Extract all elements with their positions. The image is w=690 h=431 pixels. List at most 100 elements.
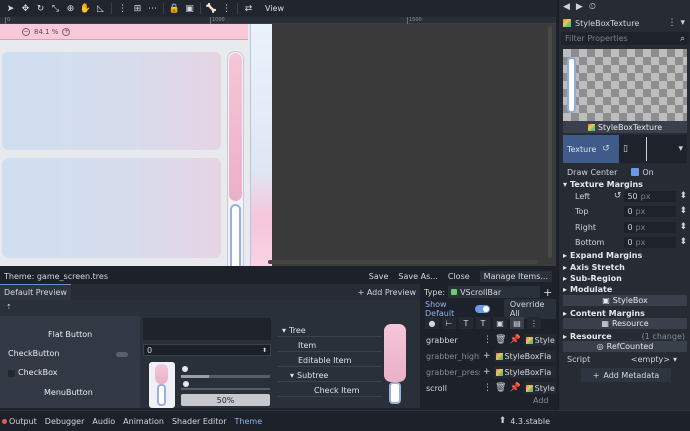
section-modulate[interactable]: ▸ Modulate <box>563 283 687 295</box>
check-box[interactable]: CheckBox <box>18 368 57 377</box>
script-value[interactable]: <empty> ▾ <box>631 355 677 364</box>
add-preview-button[interactable]: + Add Preview <box>358 288 416 297</box>
trash-icon[interactable]: 🗑 <box>495 383 506 393</box>
trash-icon[interactable]: 🗑 <box>495 335 506 345</box>
snap-options-icon[interactable]: ⋮ <box>116 2 129 15</box>
pan-mode-icon[interactable]: ✋ <box>79 2 92 15</box>
chevron-down-icon[interactable]: ▾ <box>680 18 685 28</box>
zoom-in-icon[interactable]: + <box>62 27 71 36</box>
move-mode-icon[interactable]: ✥ <box>19 2 32 15</box>
texture-value[interactable]: ▯ ▾ <box>619 135 687 163</box>
stylebox-tab-icon[interactable]: ▤ <box>510 317 524 329</box>
add-item-button[interactable]: Add <box>533 396 549 405</box>
ruler-mode-icon[interactable]: ◺ <box>94 2 107 15</box>
tab-debugger[interactable]: Debugger <box>45 417 85 426</box>
more-icon[interactable]: ⋮ <box>483 335 492 345</box>
pin-icon[interactable]: 📌 <box>509 335 520 345</box>
stylebox-chip[interactable]: Style <box>523 382 556 394</box>
stylebox-chip[interactable]: StyleBoxFla <box>493 350 556 362</box>
tab-default-preview[interactable]: Default Preview <box>0 284 71 300</box>
spin-arrows-icon[interactable]: ⬍ <box>679 206 687 216</box>
tree-item[interactable]: Item <box>278 339 382 352</box>
tree-root[interactable]: ▾ Tree <box>278 324 382 337</box>
font-size-tab-icon[interactable]: T <box>476 317 490 329</box>
check-button[interactable]: CheckButton <box>8 349 59 358</box>
preview-vscroll-grabber[interactable] <box>155 364 168 384</box>
section-expand-margins[interactable]: ▸ Expand Margins <box>563 249 687 261</box>
history-forward-icon[interactable]: ▶ <box>576 2 583 12</box>
rotate-mode-icon[interactable]: ↻ <box>34 2 47 15</box>
margin-bottom-input[interactable]: 0 px <box>624 236 677 248</box>
margin-left-input[interactable]: 50 px <box>624 190 677 202</box>
tab-theme[interactable]: Theme <box>235 417 263 426</box>
check-button-toggle[interactable] <box>116 352 128 357</box>
group-icon[interactable]: ▣ <box>183 2 196 15</box>
preview-vscrollbar[interactable] <box>149 362 175 408</box>
zoom-level[interactable]: 84.1 % <box>34 28 58 36</box>
tree-subtree[interactable]: ▾ Subtree <box>278 369 382 382</box>
override-all-button[interactable]: Override All <box>503 298 556 319</box>
object-properties-icon[interactable]: ⋮ <box>667 18 676 28</box>
tree-check-item[interactable]: Check Item <box>278 384 382 397</box>
add-icon[interactable]: + <box>483 367 491 377</box>
revert-icon[interactable]: ↺ <box>602 144 610 154</box>
tree-vscroll-grabber[interactable] <box>384 324 406 382</box>
spin-arrows-icon[interactable]: ⬍ <box>262 347 267 354</box>
grid-snap-icon[interactable]: ⊞ <box>131 2 144 15</box>
spin-arrows-icon[interactable]: ⬍ <box>679 222 687 232</box>
draw-center-checkbox[interactable]: On <box>631 168 654 177</box>
pin-icon[interactable]: 📌 <box>509 383 520 393</box>
skeleton-icon[interactable]: 🦴 <box>205 2 218 15</box>
smart-snap-icon[interactable]: ⋯ <box>146 2 159 15</box>
margin-right-input[interactable]: 0 px <box>624 221 677 233</box>
chevron-down-icon[interactable]: ▾ <box>678 144 683 154</box>
tab-audio[interactable]: Audio <box>92 417 115 426</box>
view-menu[interactable]: View <box>265 4 284 13</box>
more-icon[interactable]: ⋮ <box>483 383 492 393</box>
select-mode-icon[interactable]: ➤ <box>4 2 17 15</box>
show-default-toggle[interactable] <box>474 304 490 313</box>
viewport-vertical-scrollbar[interactable] <box>548 26 552 258</box>
tab-output[interactable]: Output <box>2 417 37 426</box>
stylebox-chip[interactable]: Style <box>523 334 556 346</box>
save-button[interactable]: Save <box>369 272 389 281</box>
spin-box[interactable]: 0 ⬍ <box>143 344 271 356</box>
history-back-icon[interactable]: ◀ <box>563 2 570 12</box>
viewport-horizontal-scrollbar[interactable] <box>268 260 538 264</box>
tab-shader-editor[interactable]: Shader Editor <box>172 417 227 426</box>
close-button[interactable]: Close <box>448 272 470 281</box>
constant-tab-icon[interactable]: ⊢ <box>442 317 456 329</box>
search-icon[interactable]: ⌕ <box>680 34 685 44</box>
slider-knob[interactable] <box>182 366 188 372</box>
color-tab-icon[interactable]: ● <box>425 317 439 329</box>
history-icon[interactable]: ⏲ <box>589 2 596 12</box>
spin-arrows-icon[interactable]: ⬍ <box>679 237 687 247</box>
hslider-knob[interactable] <box>183 381 189 387</box>
pivot-mode-icon[interactable]: ⊕ <box>64 2 77 15</box>
scale-mode-icon[interactable]: ⤡ <box>49 2 62 15</box>
zoom-out-icon[interactable]: − <box>22 27 30 36</box>
tab-animation[interactable]: Animation <box>123 417 164 426</box>
options-tab-icon[interactable]: ⋮ <box>527 317 541 329</box>
pin-icon[interactable]: ⇡ <box>6 303 12 311</box>
add-icon[interactable]: + <box>483 351 491 361</box>
add-metadata-button[interactable]: + Add Metadata <box>581 368 671 382</box>
font-tab-icon[interactable]: T <box>459 317 473 329</box>
type-dropdown[interactable]: VScrollBar <box>448 286 541 298</box>
manage-items-button[interactable]: Manage Items... <box>479 270 552 282</box>
spin-arrows-icon[interactable]: ⬍ <box>679 191 687 201</box>
icon-tab-icon[interactable]: ▣ <box>493 317 507 329</box>
stylebox-chip[interactable]: StyleBoxFla <box>493 366 556 378</box>
add-type-button[interactable]: + <box>543 286 552 299</box>
flat-button[interactable]: Flat Button <box>48 330 92 339</box>
canvas-viewport[interactable]: − 84.1 % + <box>0 24 556 266</box>
tree-vscrollbar[interactable] <box>384 324 406 404</box>
save-as-button[interactable]: Save As... <box>398 272 437 281</box>
checkbox-square[interactable] <box>8 370 15 377</box>
filter-properties-input[interactable]: Filter Properties ⌕ <box>561 32 689 45</box>
menu-button[interactable]: MenuButton <box>44 388 93 397</box>
tree-editable-item[interactable]: Editable Item <box>278 354 382 367</box>
revert-icon[interactable]: ↺ <box>614 191 622 201</box>
update-icon[interactable]: ⬆ <box>499 416 507 426</box>
more-options-icon[interactable]: ⋮ <box>220 2 233 15</box>
